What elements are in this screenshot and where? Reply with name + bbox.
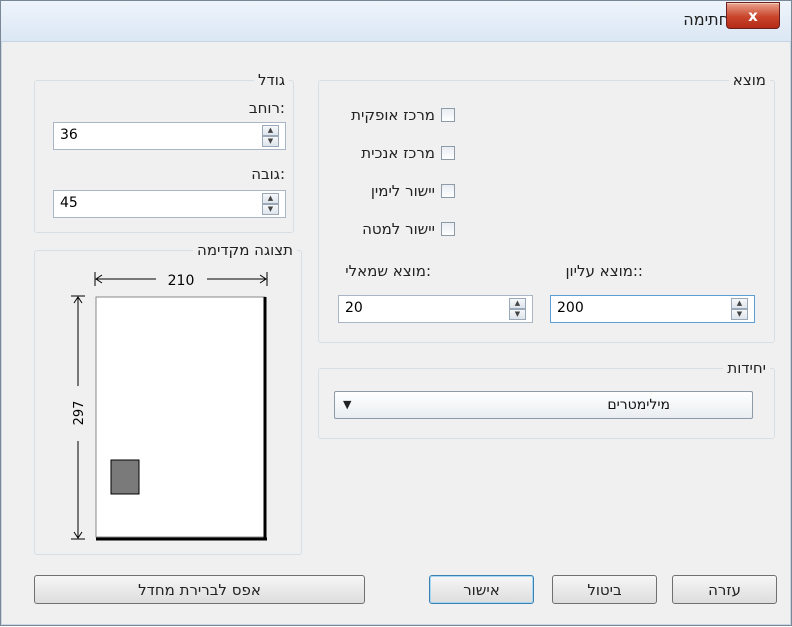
- units-dropdown[interactable]: מילימטרים ▼: [334, 391, 753, 419]
- checkbox-label: מרכז אופקית: [351, 106, 435, 124]
- width-dimension: 210: [94, 272, 268, 289]
- page-preview: [95, 296, 266, 538]
- checkbox-label: יישור למטה: [362, 220, 435, 238]
- checkbox-box[interactable]: [441, 146, 455, 160]
- spin-down-icon: ▼: [514, 310, 521, 318]
- left-offset-spinner[interactable]: ▲ ▼: [338, 295, 533, 323]
- top-offset-spinner[interactable]: ▲ ▼: [550, 295, 755, 323]
- spin-up-icon: ▲: [514, 299, 521, 307]
- spin-up-icon: ▲: [736, 299, 743, 307]
- left-offset-spin-buttons: ▲ ▼: [509, 298, 526, 320]
- center-vertical-checkbox[interactable]: מרכז אנכית: [361, 144, 455, 162]
- center-horizontal-checkbox[interactable]: מרכז אופקית: [351, 106, 455, 124]
- top-offset-spin-up[interactable]: ▲: [731, 298, 748, 309]
- left-offset-spin-down[interactable]: ▼: [509, 309, 526, 320]
- ok-button[interactable]: אישור: [429, 575, 534, 604]
- top-offset-spin-down[interactable]: ▼: [731, 309, 748, 320]
- width-dimension-label: 210: [168, 273, 195, 289]
- reset-defaults-button[interactable]: אפס לברירת מחדל: [34, 575, 365, 604]
- left-offset-label: :מוצא שמאלי: [345, 262, 431, 280]
- cancel-button[interactable]: ביטול: [552, 575, 657, 604]
- top-offset-input[interactable]: [557, 300, 720, 316]
- help-button[interactable]: עזרה: [672, 575, 777, 604]
- units-legend: יחידות: [727, 359, 766, 377]
- height-dimension: 297: [71, 295, 87, 540]
- top-offset-label: ::מוצא עליון: [565, 262, 643, 280]
- top-offset-spin-buttons: ▲ ▼: [731, 298, 748, 320]
- dialog-window: מיקום חתימה x גודל :רוחב ▲ ▼ :גובה ▲ ▼ ת…: [0, 0, 792, 626]
- height-dimension-label: 297: [72, 401, 87, 426]
- align-right-checkbox[interactable]: יישור לימין: [371, 182, 455, 200]
- signature-preview-block: [110, 459, 140, 495]
- align-bottom-checkbox[interactable]: יישור למטה: [362, 220, 455, 238]
- position-legend: מוצא: [732, 71, 766, 89]
- checkbox-box[interactable]: [441, 184, 455, 198]
- units-selected-value: מילימטרים: [607, 397, 670, 413]
- left-offset-input[interactable]: [345, 300, 498, 316]
- chevron-down-icon: ▼: [343, 398, 352, 411]
- checkbox-label: מרכז אנכית: [361, 144, 435, 162]
- spin-down-icon: ▼: [736, 310, 743, 318]
- checkbox-box[interactable]: [441, 222, 455, 236]
- left-offset-spin-up[interactable]: ▲: [509, 298, 526, 309]
- checkbox-label: יישור לימין: [370, 182, 435, 200]
- checkbox-box[interactable]: [441, 108, 455, 122]
